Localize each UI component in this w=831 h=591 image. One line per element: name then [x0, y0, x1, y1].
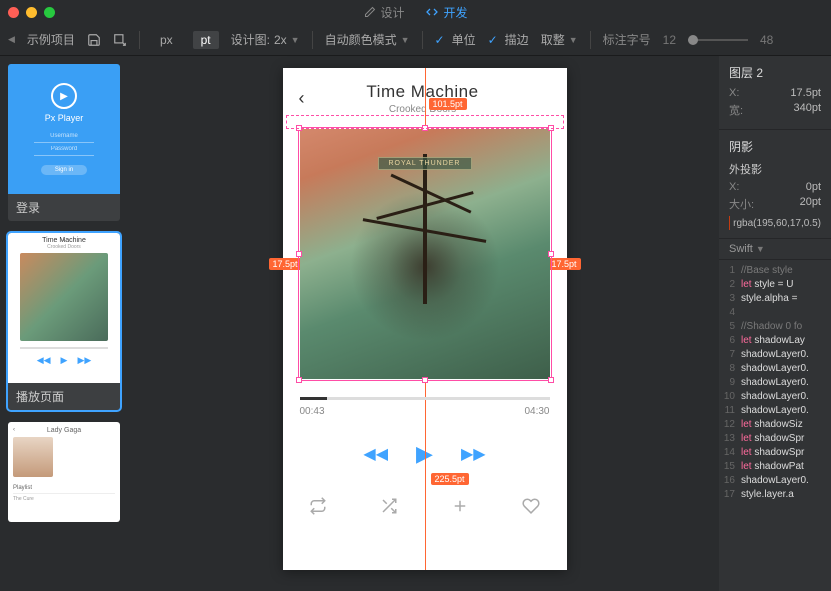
prop-width: 340pt [793, 102, 821, 118]
chevron-down-icon: ▼ [291, 35, 300, 45]
add-icon[interactable] [451, 497, 469, 515]
thumb-login[interactable]: ▶ Px Player Username Password Sign in 登录 [8, 64, 120, 221]
chevron-down-icon: ▼ [401, 35, 410, 45]
time-current: 00:43 [300, 406, 325, 417]
unit-check[interactable]: ✓单位 [435, 31, 476, 48]
time-end: 04:30 [524, 406, 549, 417]
artboard-scale[interactable]: 设计图: 2x ▼ [231, 31, 300, 48]
measurement-right: 17.5pt [547, 258, 580, 270]
album-banner: ROYAL THUNDER [378, 157, 472, 170]
maximize-icon[interactable] [44, 7, 55, 18]
inspector: 图层 2 X:17.5pt 宽:340pt 阴影 外投影 X:0pt 大小:20… [719, 56, 831, 591]
unit-px[interactable]: px [152, 31, 181, 49]
titlebar: 设计 开发 [0, 0, 831, 24]
font-max: 48 [760, 33, 773, 47]
next-icon[interactable]: ▶▶ [461, 444, 486, 464]
font-size-slider[interactable] [688, 39, 748, 41]
thumb-player[interactable]: ‹ Time Machine Crooked Doors ◀◀▶▶▶ 播放页面 [8, 233, 120, 410]
color-mode-select[interactable]: 自动颜色模式 ▼ [325, 31, 410, 48]
canvas[interactable]: 101.5pt 17.5pt 17.5pt 225.5pt ‹ Time Mac… [130, 56, 719, 591]
shadow-size: 20pt [800, 196, 821, 212]
toolbar: ◀ 示例项目 px pt 设计图: 2x ▼ 自动颜色模式 ▼ ✓单位 ✓描边 … [0, 24, 831, 56]
window-controls [8, 7, 55, 18]
artboard-sidebar: ▶ Px Player Username Password Sign in 登录… [0, 56, 130, 591]
shuffle-icon[interactable] [380, 497, 398, 515]
album-art: ROYAL THUNDER [300, 129, 550, 379]
font-min: 12 [663, 33, 676, 47]
song-title: Time Machine [305, 82, 541, 102]
shadow-title: 阴影 [729, 138, 821, 155]
tab-develop[interactable]: 开发 [425, 4, 468, 21]
round-select[interactable]: 取整 ▼ [541, 31, 578, 48]
font-size-label: 标注字号 [603, 31, 651, 48]
shadow-x: 0pt [806, 181, 821, 193]
layer-title: 图层 2 [729, 64, 821, 81]
export-icon[interactable] [113, 33, 127, 47]
tab-design-label: 设计 [380, 4, 404, 21]
chevron-down-icon: ▼ [569, 35, 578, 45]
save-icon[interactable] [87, 33, 101, 47]
minimize-icon[interactable] [26, 7, 37, 18]
thumb-playlist[interactable]: ‹ Lady Gaga Playlist The Cure [8, 422, 120, 522]
measurement-center: 225.5pt [431, 473, 469, 485]
code-icon [425, 6, 439, 18]
shadow-color[interactable]: rgba(195,60,17,0.5) [729, 216, 821, 230]
heart-icon[interactable] [522, 497, 540, 515]
pencil-icon [363, 6, 375, 18]
thumb-label: 播放页面 [8, 383, 120, 410]
prev-icon[interactable]: ◀◀ [363, 444, 388, 464]
artboard: 101.5pt 17.5pt 17.5pt 225.5pt ‹ Time Mac… [283, 68, 567, 570]
chevron-left-icon[interactable]: ◀ [8, 34, 15, 45]
unit-pt[interactable]: pt [193, 31, 219, 49]
measurement-left: 17.5pt [269, 258, 302, 270]
tab-design[interactable]: 设计 [363, 4, 404, 21]
code-lang-select[interactable]: Swift ▼ [719, 239, 831, 260]
tab-develop-label: 开发 [444, 4, 468, 21]
prop-x: 17.5pt [790, 87, 821, 99]
measurement-top: 101.5pt [429, 98, 467, 110]
song-subtitle: Crooked Doors [305, 104, 541, 115]
project-name[interactable]: 示例项目 [27, 31, 75, 48]
repeat-icon[interactable] [309, 497, 327, 515]
stroke-check[interactable]: ✓描边 [488, 31, 529, 48]
thumb-label: 登录 [8, 194, 120, 221]
code-block[interactable]: 1//Base style2let style = U3style.alpha … [719, 260, 831, 506]
close-icon[interactable] [8, 7, 19, 18]
shadow-outer: 外投影 [729, 161, 821, 177]
